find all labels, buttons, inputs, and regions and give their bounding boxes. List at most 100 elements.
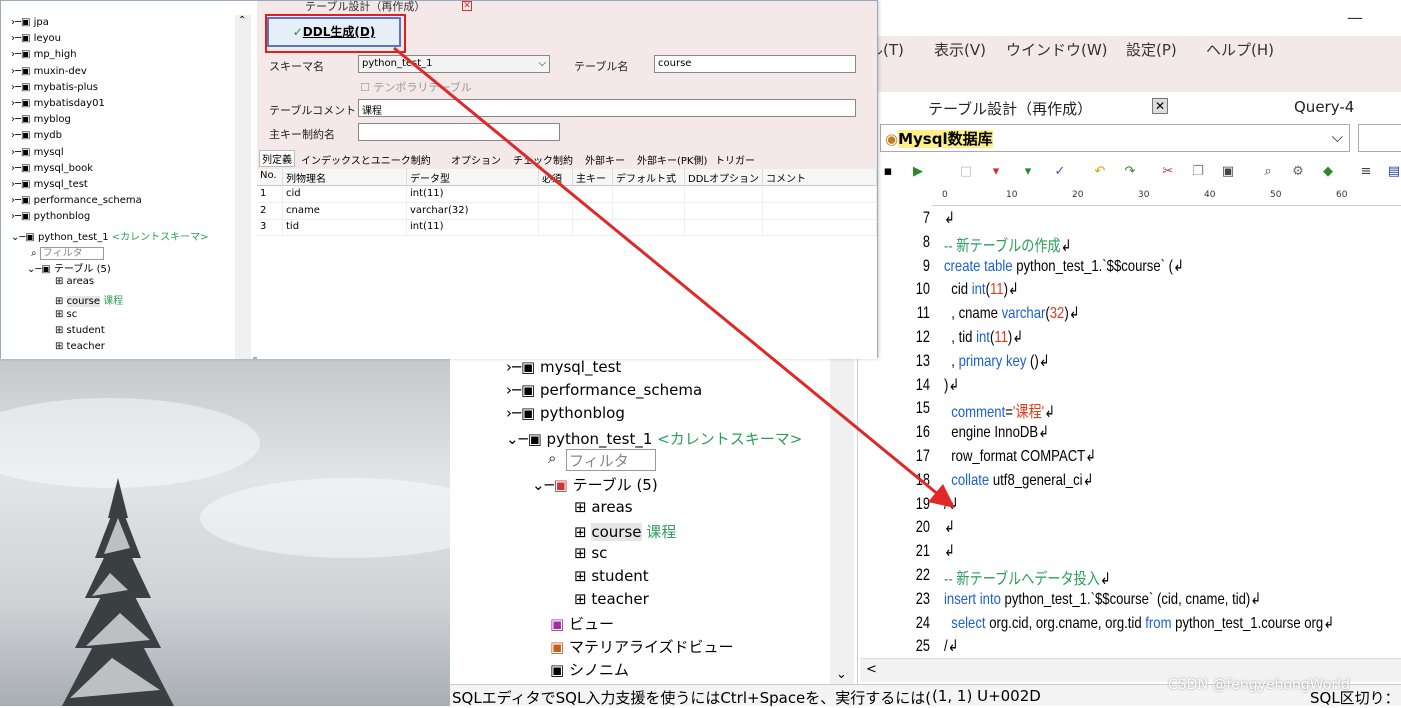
tree-item-student[interactable]: ⊞ student (574, 567, 649, 585)
undo-icon[interactable]: ↶ (1092, 164, 1108, 180)
tree-item-materialized-views[interactable]: ▣ マテリアライズドビュー (550, 636, 734, 657)
overlay-tree-item[interactable]: ›─▣ mysql_book (11, 163, 93, 174)
close-icon[interactable]: ✕ (462, 1, 472, 11)
grid-cell[interactable]: cid (283, 187, 407, 203)
grid-header[interactable]: DDLオプション (685, 169, 763, 186)
overlay-tree-item[interactable]: ›─▣ leyou (11, 33, 61, 44)
tree-item-python-test-1[interactable]: ⌄─▣ python_test_1 <カレントスキーマ> (506, 428, 802, 449)
overlay-tree-item[interactable]: ›─▣ mydb (11, 130, 62, 141)
menu-window[interactable]: ウインドウ(W) (1006, 39, 1108, 60)
grid-cell[interactable] (763, 203, 877, 220)
tab-table-design[interactable]: テーブル設計（再作成） (928, 96, 1092, 122)
sql-editor[interactable]: ↲ -- 新テーブルの作成↲ create table python_test_1.… (940, 206, 1401, 658)
filter-input[interactable]: フィルタ (566, 449, 656, 471)
grid-cell[interactable] (685, 187, 763, 203)
commit-icon[interactable]: ✓ (1052, 164, 1068, 180)
grid-cell[interactable] (539, 203, 573, 220)
temporary-table-checkbox[interactable]: ☐ テンポラリテーブル (360, 79, 472, 95)
overlay-tree-item[interactable]: ›─▣ muxin-dev (11, 66, 87, 77)
tab-index[interactable]: インデックスとユニーク制約 (301, 152, 431, 167)
grid-cell[interactable]: 3 (257, 220, 283, 236)
grid-cell[interactable] (763, 187, 877, 203)
paste-icon[interactable]: ▣ (1220, 164, 1236, 180)
grid-cell[interactable] (539, 220, 573, 236)
overlay-filter[interactable]: ⌕ フィルタ (31, 244, 104, 260)
tree-item-performance-schema[interactable]: ›─▣ performance_schema (506, 381, 702, 399)
tab-check-constraint[interactable]: チェック制約 (513, 152, 573, 167)
connection-select[interactable]: ◉Mysql数据库 ⌵ (880, 124, 1350, 152)
grid-header[interactable]: No. (257, 169, 283, 186)
stop-icon[interactable]: □ (958, 164, 974, 180)
overlay-tree-item[interactable]: ⊞ areas (55, 276, 94, 287)
grid-cell[interactable] (613, 220, 685, 236)
grid-header[interactable]: コメント (763, 169, 877, 186)
tab-trigger[interactable]: トリガー (715, 152, 755, 167)
tree-item-tables[interactable]: ⌄─▣ テーブル (5) (532, 474, 658, 495)
overlay-tree-item[interactable]: ›─▣ jpa (11, 17, 49, 28)
overlay-tree-item[interactable]: ›─▣ pythonblog (11, 211, 90, 222)
tab-query-4[interactable]: Query-4 (1294, 96, 1354, 122)
overlay-tree-item[interactable]: ›─▣ mybatis-plus (11, 82, 98, 93)
grid-cell[interactable] (613, 203, 685, 220)
scroll-down-icon[interactable]: ⌄ (836, 667, 847, 682)
copy-icon[interactable]: ❐ (1190, 164, 1206, 180)
tree-item-pythonblog[interactable]: ›─▣ pythonblog (506, 404, 625, 422)
overlay-tree-item[interactable]: ›─▣ performance_schema (11, 195, 142, 206)
close-tab-icon[interactable]: ✕ (1152, 98, 1168, 114)
tree-item-course[interactable]: ⊞ course 课程 (574, 521, 676, 542)
table-name-input[interactable]: course (654, 55, 856, 73)
redo-icon[interactable]: ↷ (1122, 164, 1138, 180)
grid-cell[interactable]: cname (283, 203, 407, 220)
grid-header[interactable]: デフォルト式 (613, 169, 685, 186)
grid-cell[interactable] (613, 187, 685, 203)
overlay-tree-item[interactable]: ›─▣ myblog (11, 114, 71, 125)
pk-constraint-input[interactable] (358, 123, 560, 141)
grid-cell[interactable]: varchar(32) (407, 203, 539, 220)
secondary-select[interactable] (1358, 124, 1401, 152)
tree-item-teacher[interactable]: ⊞ teacher (574, 590, 649, 608)
replace-icon[interactable]: ⚙ (1290, 164, 1306, 180)
tab-column-definition[interactable]: 列定義 (259, 150, 295, 167)
align-icon[interactable]: ≡ (1358, 164, 1374, 180)
grid-cell[interactable]: 1 (257, 187, 283, 203)
run-icon[interactable]: ▶ (910, 164, 926, 180)
overlay-tree-item[interactable]: ⊞ teacher (55, 341, 105, 352)
overlay-tree-item[interactable]: ›─▣ mysql_test (11, 179, 88, 190)
overlay-tree-item[interactable]: ›─▣ mysql (11, 147, 64, 158)
grid-cell[interactable] (763, 220, 877, 236)
tree-item-synonyms[interactable]: ▣ シノニム (550, 659, 629, 680)
menu-help[interactable]: ヘルプ(H) (1206, 39, 1274, 60)
tree-scrollbar[interactable]: ⌄ (830, 358, 854, 684)
grid-cell[interactable] (539, 187, 573, 203)
tree-item-areas[interactable]: ⊞ areas (574, 498, 633, 516)
schema-select[interactable]: python_test_1 ⌵ (358, 55, 550, 73)
overlay-tree-item[interactable]: ›─▣ mp_high (11, 49, 77, 60)
minimize-button[interactable]: — (1347, 8, 1363, 27)
format-icon[interactable]: ◆ (1320, 164, 1336, 180)
grid-cell[interactable] (573, 220, 613, 236)
menu-view[interactable]: 表示(V) (934, 39, 986, 60)
table-comment-input[interactable]: 课程 (358, 99, 856, 117)
grid-cell[interactable]: int(11) (407, 220, 539, 236)
scroll-left-icon[interactable]: < (866, 662, 877, 677)
overlay-tree-item-tables[interactable]: ⌄─▣ テーブル (5) (27, 260, 111, 275)
grid-header[interactable]: 列物理名 (283, 169, 407, 186)
overlay-tree-item[interactable]: ⊞ student (55, 325, 105, 336)
overlay-tree-item[interactable]: ›─▣ mybatisday01 (11, 98, 105, 109)
grid-cell[interactable]: tid (283, 220, 407, 236)
tree-item-mysql-test[interactable]: ›─▣ mysql_test (506, 358, 621, 376)
overlay-tree-scrollbar[interactable]: ⌃ (235, 15, 251, 359)
menu-settings[interactable]: 設定(P) (1126, 39, 1177, 60)
grid-header[interactable]: データ型 (407, 169, 539, 186)
scroll-up-icon[interactable]: ⌃ (238, 15, 246, 26)
tab-foreign-key[interactable]: 外部キー (585, 152, 625, 167)
overlay-tree-item-course[interactable]: ⊞ course 课程 (55, 292, 123, 308)
export-icon[interactable]: ▤ (1386, 164, 1401, 180)
csv-icon[interactable]: ▾ (1020, 164, 1036, 180)
grid-cell[interactable] (685, 203, 763, 220)
tree-item-views[interactable]: ▣ ビュー (550, 613, 614, 634)
grid-cell[interactable]: 2 (257, 203, 283, 220)
grid-header[interactable]: 主キー (573, 169, 613, 186)
grid-cell[interactable] (573, 187, 613, 203)
overlay-tree-item[interactable]: ⊞ sc (55, 309, 77, 320)
